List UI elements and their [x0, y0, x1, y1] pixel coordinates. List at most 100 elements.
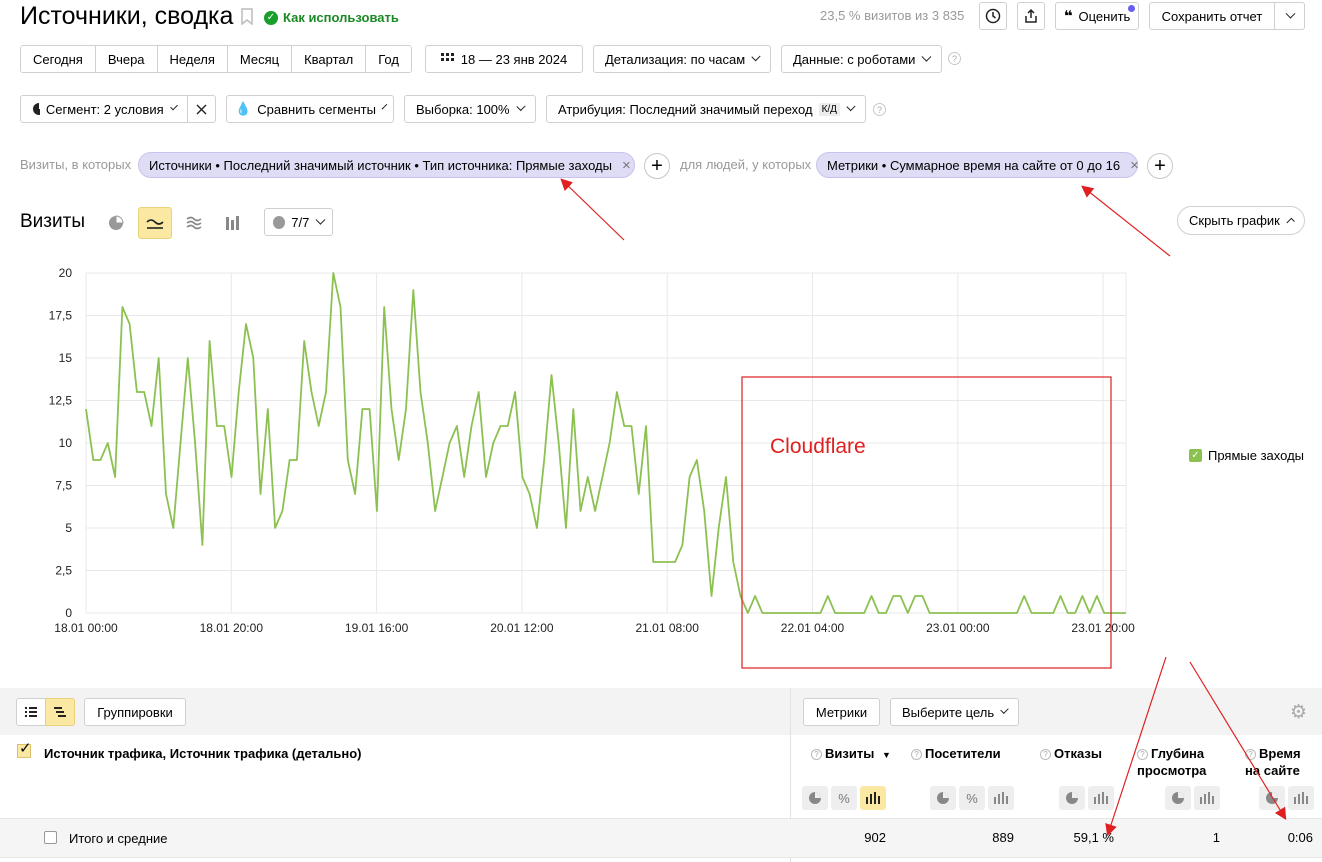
people-filter-chip[interactable]: Метрики • Суммарное время на сайте от 0 …	[816, 152, 1139, 178]
compare-icon: 💧	[235, 101, 252, 116]
save-report-button[interactable]: Сохранить отчет	[1149, 2, 1275, 30]
column-depth[interactable]: ? Глубина просмотра	[1137, 745, 1206, 779]
close-icon[interactable]: ×	[622, 157, 631, 174]
period-week[interactable]: Неделя	[157, 46, 228, 72]
area-chart-button[interactable]	[179, 208, 209, 238]
sample-select[interactable]: Выборка: 100%	[404, 95, 536, 123]
period-yesterday[interactable]: Вчера	[95, 46, 158, 72]
help-link[interactable]: ✓ Как использовать	[264, 10, 399, 25]
chevron-down-icon	[751, 51, 761, 61]
help-link-label: Как использовать	[283, 10, 399, 25]
visitors-pie-button[interactable]	[930, 786, 956, 810]
chevron-down-icon	[315, 214, 326, 224]
dimension-header[interactable]: Источник трафика, Источник трафика (дета…	[44, 746, 362, 761]
legend-item-direct[interactable]: ✓ Прямые заходы	[1189, 448, 1304, 463]
visits-filter-chip[interactable]: Источники • Последний значимый источник …	[138, 152, 635, 178]
total-visitors: 889	[992, 830, 1014, 845]
bookmark-icon[interactable]	[240, 8, 254, 29]
help-icon[interactable]: ?	[1137, 749, 1148, 760]
pie-chart-button[interactable]	[101, 208, 131, 238]
calendar-icon	[440, 53, 454, 61]
time-pie-button[interactable]	[1259, 786, 1285, 810]
visitors-percent-button[interactable]: %	[959, 786, 985, 810]
column-visitors[interactable]: ? Посетители	[911, 745, 1001, 762]
segment-clear-button[interactable]	[187, 95, 216, 123]
close-icon[interactable]: ×	[1130, 157, 1139, 174]
help-icon[interactable]: ?	[811, 749, 822, 760]
history-button[interactable]	[979, 2, 1007, 30]
bounces-bars-button[interactable]	[1088, 786, 1114, 810]
column-visitors-label: Посетители	[925, 746, 1001, 761]
visitors-bars-button[interactable]	[988, 786, 1014, 810]
add-people-filter-button[interactable]: +	[1147, 153, 1173, 179]
column-time[interactable]: ? Время на сайте	[1245, 745, 1301, 779]
add-visits-filter-button[interactable]: +	[644, 153, 670, 179]
depth-pie-button[interactable]	[1165, 786, 1191, 810]
period-year[interactable]: Год	[366, 46, 411, 72]
series-count-select[interactable]: 7/7	[264, 208, 333, 236]
area-chart-icon	[186, 216, 202, 230]
time-bars-button[interactable]	[1288, 786, 1314, 810]
data-select[interactable]: Данные: с роботами	[781, 45, 942, 73]
date-range-picker[interactable]: 18 — 23 янв 2024	[425, 45, 583, 73]
help-icon[interactable]: ?	[1245, 749, 1256, 760]
bounces-pie-button[interactable]	[1059, 786, 1085, 810]
detail-select[interactable]: Детализация: по часам	[593, 45, 771, 73]
segment-select[interactable]: Сегмент: 2 условия	[20, 95, 188, 123]
visits-bars-button[interactable]	[860, 786, 886, 810]
rate-button[interactable]: ❝ Оценить	[1055, 2, 1139, 30]
detail-label: Детализация: по часам	[605, 51, 746, 67]
attribution-label: Атрибуция: Последний значимый переход	[558, 101, 813, 117]
help-icon[interactable]: ?	[1040, 749, 1051, 760]
compare-segments-select[interactable]: 💧 Сравнить сегменты	[226, 95, 394, 123]
chevron-down-icon	[846, 101, 856, 111]
column-visits-label: Визиты	[825, 746, 875, 761]
help-icon[interactable]: ?	[873, 103, 886, 116]
help-icon[interactable]: ?	[911, 749, 922, 760]
hide-chart-button[interactable]: Скрыть график	[1177, 206, 1305, 235]
chart-title: Визиты	[20, 211, 85, 232]
notification-dot	[1128, 5, 1135, 12]
x-tick-label: 20.01 12:00	[490, 621, 554, 635]
x-tick-label: 19.01 16:00	[345, 621, 409, 635]
sort-desc-icon: ▼	[881, 750, 891, 760]
settings-gear-icon[interactable]: ⚙	[1290, 703, 1307, 722]
annotation-arrow	[560, 178, 625, 241]
groupings-button[interactable]: Группировки	[84, 698, 186, 726]
tree-view-button[interactable]	[45, 698, 75, 726]
help-icon[interactable]: ?	[948, 52, 961, 65]
visits-pie-button[interactable]	[802, 786, 828, 810]
period-quarter[interactable]: Квартал	[292, 46, 367, 72]
attribution-select[interactable]: Атрибуция: Последний значимый переход К/…	[546, 95, 866, 123]
totals-label: Итого и средние	[69, 831, 168, 846]
visits-percent-button[interactable]: %	[831, 786, 857, 810]
column-bounces-label: Отказы	[1054, 746, 1102, 761]
total-depth: 1	[1212, 830, 1220, 845]
totals-checkbox[interactable]	[44, 831, 57, 844]
period-today[interactable]: Сегодня	[21, 46, 96, 72]
clock-icon	[985, 8, 1001, 24]
choose-goal-select[interactable]: Выберите цель	[890, 698, 1019, 726]
list-view-button[interactable]	[16, 698, 46, 726]
bar-chart-button[interactable]	[218, 208, 248, 238]
depth-bars-button[interactable]	[1194, 786, 1220, 810]
metrics-button[interactable]: Метрики	[803, 698, 880, 726]
chevron-down-icon	[516, 101, 526, 111]
line-chart-button[interactable]	[138, 207, 172, 239]
date-range-label: 18 — 23 янв 2024	[460, 51, 568, 67]
help-check-icon: ✓	[264, 10, 278, 25]
period-month[interactable]: Месяц	[227, 46, 293, 72]
column-bounces[interactable]: ? Отказы	[1040, 745, 1102, 762]
page-title: Источники, сводка	[20, 2, 234, 30]
y-tick-label: 15	[59, 351, 73, 365]
column-depth-label: Глубина	[1151, 746, 1205, 761]
save-report-menu[interactable]	[1274, 2, 1305, 30]
pie-chart-icon	[1172, 792, 1184, 804]
export-button[interactable]	[1017, 2, 1045, 30]
data-label: Данные: с роботами	[793, 51, 916, 67]
chevron-down-icon	[1285, 8, 1296, 19]
column-visits[interactable]: ? Визиты ▼	[811, 745, 891, 764]
dimension-checkbox[interactable]: ✓	[17, 740, 32, 758]
pie-chart-icon	[109, 215, 124, 230]
checkbox-checked-icon: ✓	[1189, 449, 1202, 462]
